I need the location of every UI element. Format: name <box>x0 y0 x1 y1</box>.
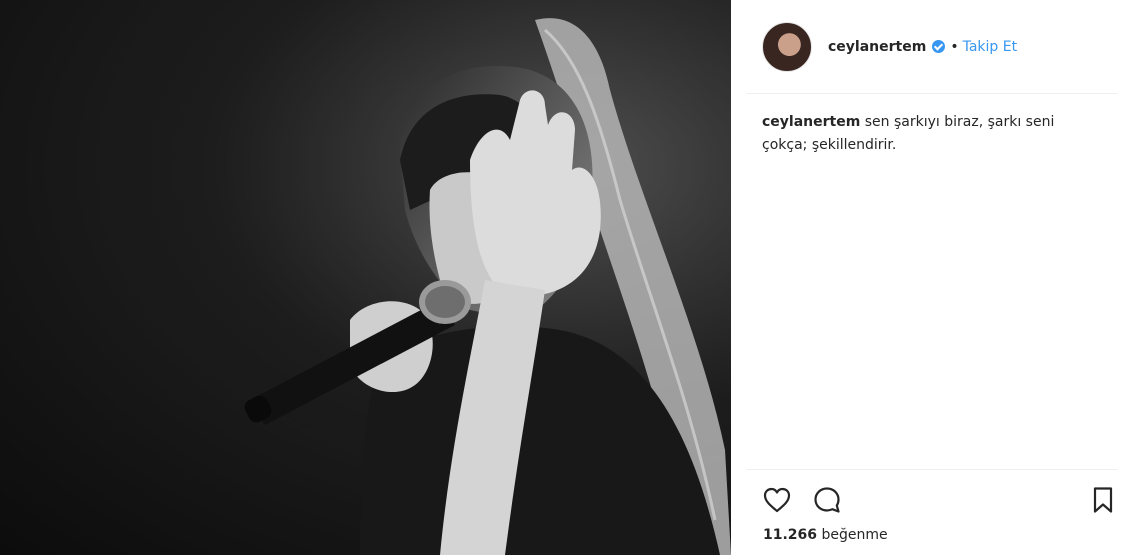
header-username[interactable]: ceylanertem <box>828 39 926 55</box>
heart-icon[interactable] <box>761 484 793 516</box>
likes-number: 11.266 <box>763 527 818 543</box>
actions-divider <box>747 469 1117 470</box>
follow-button[interactable]: Takip Et <box>963 39 1017 55</box>
singer-photo-illustration <box>0 0 731 555</box>
post-caption: ceylanertem sen şarkıyı biraz, şarkı sen… <box>762 111 1102 157</box>
post-details-panel: ceylanertem • Takip Et ceylanertem sen ş… <box>731 0 1133 555</box>
instagram-post: ceylanertem • Takip Et ceylanertem sen ş… <box>0 0 1133 555</box>
comment-icon[interactable] <box>811 484 843 516</box>
post-photo[interactable] <box>0 0 731 555</box>
bookmark-icon[interactable] <box>1087 484 1119 516</box>
separator-dot: • <box>950 39 959 55</box>
likes-label: beğenme <box>821 527 888 543</box>
caption-username[interactable]: ceylanertem <box>762 114 860 130</box>
avatar[interactable] <box>762 22 812 72</box>
likes-count[interactable]: 11.266 beğenme <box>763 527 888 543</box>
post-header: ceylanertem • Takip Et <box>762 20 1117 74</box>
action-bar <box>761 484 1113 516</box>
header-divider <box>747 93 1117 94</box>
verified-badge-icon <box>932 39 946 53</box>
